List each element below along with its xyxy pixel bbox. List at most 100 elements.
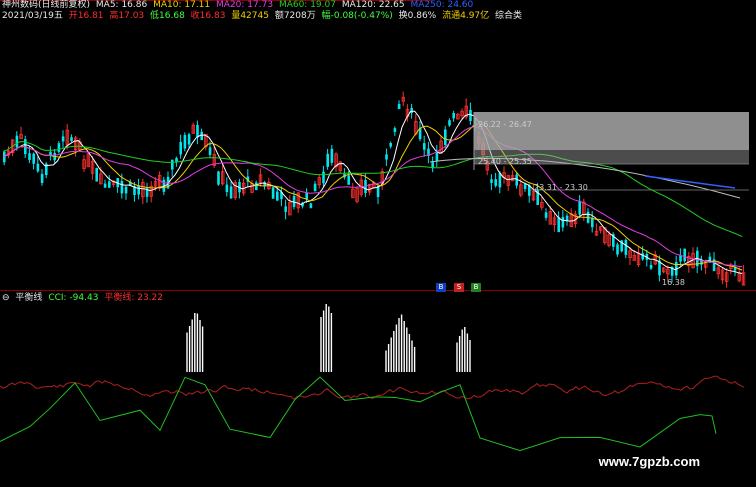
candle-down (557, 217, 560, 233)
candle-down (28, 153, 31, 161)
candle-down (649, 264, 653, 269)
candle-down (187, 134, 191, 145)
candle-down (490, 179, 493, 183)
badge-b1[interactable]: B (436, 283, 446, 292)
low-label: 低16.68 (150, 11, 185, 21)
sector-label: 综合类 (495, 11, 523, 21)
amount-label: 额7208万 (274, 11, 316, 21)
candle-down (494, 179, 497, 186)
volume-label: 量42745 (231, 11, 269, 21)
candle-down (330, 148, 334, 163)
candle-down (397, 104, 401, 109)
candle-down (624, 239, 628, 255)
candle-down (217, 171, 220, 185)
candle-down (444, 129, 447, 145)
candle-down (255, 182, 258, 191)
date-label: 2021/03/19五 (2, 11, 63, 21)
candle-down (393, 128, 397, 132)
candle-down (561, 216, 565, 228)
candle-down (32, 153, 35, 164)
candle-down (313, 183, 317, 192)
candle-down (423, 143, 426, 150)
indicator-icon[interactable]: ⊖ (2, 293, 10, 303)
close-label: 收16.83 (190, 11, 226, 21)
candle-down (326, 153, 329, 167)
candle-down (124, 186, 128, 194)
turnover-label: 换0.86% (398, 11, 437, 21)
quote-row: 2021/03/19五 开16.81 高17.03 低16.68 收16.83 … (2, 11, 525, 22)
kline-chart[interactable] (0, 0, 756, 487)
stock-title[interactable]: 神州数码(日线前复权) (2, 0, 90, 10)
candle-down (225, 184, 229, 192)
ma120-label: MA120: 22.65 (341, 0, 405, 10)
badge-s[interactable]: S (454, 283, 464, 292)
ma250-label: MA250: 24.60 (410, 0, 474, 10)
ma60-label: MA60: 19.07 (278, 0, 336, 10)
zone1-label: 26.22 - 26.47 (478, 120, 532, 129)
ma-header: 神州数码(日线前复权) MA5: 16.86 MA10: 17.11 MA20:… (2, 0, 476, 11)
cci-line (0, 376, 717, 452)
candle-down (61, 136, 65, 142)
candle-down (57, 143, 61, 153)
candle-down (641, 253, 644, 260)
zone3-label: 23.31 - 23.30 (534, 183, 588, 192)
candle-down (36, 163, 40, 172)
candle-down (347, 175, 350, 185)
candle-down (196, 124, 199, 138)
ma250-line (644, 175, 736, 189)
candle-down (137, 185, 140, 195)
candle-down (616, 244, 619, 255)
candle-down (292, 195, 296, 207)
candle-down (15, 135, 19, 148)
ma20-label: MA20: 17.73 (216, 0, 274, 10)
candle-down (452, 113, 455, 119)
candle-down (523, 184, 527, 190)
candle-down (389, 143, 392, 147)
balance-value: 平衡线: 23.22 (104, 293, 163, 303)
float-label: 流通4.97亿 (442, 11, 490, 21)
candle-down (70, 137, 73, 141)
high-label: 高17.03 (109, 11, 145, 21)
cci-value: CCI: -94.43 (48, 293, 99, 303)
ma5-label: MA5: 16.86 (95, 0, 148, 10)
candle-down (103, 183, 107, 188)
candle-down (544, 212, 548, 218)
candle-down (276, 191, 279, 201)
candle-down (108, 181, 111, 188)
ma10-label: MA10: 17.11 (153, 0, 211, 10)
candle-down (309, 203, 313, 208)
candle-down (305, 192, 308, 200)
low-price-label: 16.38 (662, 278, 685, 287)
candle-down (271, 187, 275, 199)
candle-down (171, 159, 174, 170)
indicator-name[interactable]: 平衡线 (15, 293, 42, 303)
ma120-line (429, 157, 741, 199)
candle-down (40, 173, 44, 183)
candle-down (410, 107, 413, 113)
change-label: 幅-0.08(-0.47%) (321, 11, 393, 21)
candle-down (208, 147, 212, 155)
balance-line (0, 375, 745, 400)
open-label: 开16.81 (68, 11, 104, 21)
candle-down (322, 171, 325, 184)
candle-down (120, 181, 124, 194)
candle-down (683, 248, 686, 262)
candle-down (179, 142, 182, 155)
candle-down (578, 200, 581, 215)
badge-b2[interactable]: B (471, 283, 481, 292)
candle-down (679, 255, 682, 262)
candle-down (435, 151, 439, 162)
candle-down (448, 120, 451, 126)
zone2-label: 25.40 - 25.35 (478, 157, 532, 166)
candle-down (229, 186, 233, 199)
candle-down (95, 168, 98, 182)
candle-down (200, 131, 203, 141)
candle-down (385, 154, 388, 160)
candle-down (183, 135, 187, 149)
candle-down (284, 206, 287, 212)
resistance-zone-1 (474, 112, 749, 150)
indicator-header: ⊖ 平衡线 CCI: -94.43 平衡线: 23.22 (2, 293, 166, 304)
candle-down (498, 172, 502, 188)
watermark: www.7gpzb.com (598, 454, 700, 469)
candle-down (591, 218, 594, 228)
